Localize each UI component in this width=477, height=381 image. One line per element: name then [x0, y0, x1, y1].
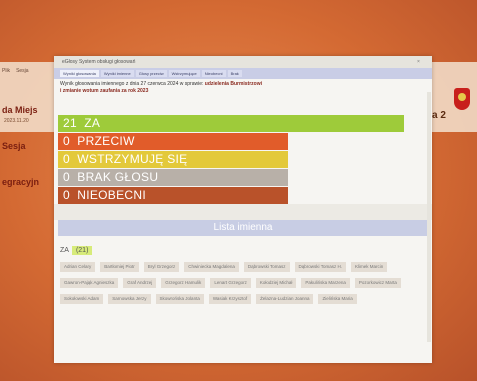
name-chip: Zielińska Maria	[318, 294, 357, 304]
vote-label: ZA	[84, 116, 101, 130]
vote-count: 0	[63, 134, 70, 148]
name-chip: Pozorkowicz Marta	[354, 278, 401, 288]
names-list: Adrian Celary Bartłomiej Piotr Bryl Grze…	[60, 262, 426, 304]
vote-bar-przeciw: 0 PRZECIW	[58, 133, 288, 150]
tab-bar: Wyniki głosowania Wyniki imienne Głosy p…	[54, 68, 432, 79]
name-chip: Gawron-Pająk Agnieszka	[60, 278, 119, 288]
name-chip: Klimek Marcin	[350, 262, 388, 272]
name-chip: Kołodziej Michał	[255, 278, 297, 288]
background-menu-item[interactable]: Sesja	[16, 68, 29, 74]
background-title-line: da Miejs	[2, 105, 38, 115]
background-right-text: a 2	[432, 110, 446, 121]
tab-brak[interactable]: Brak	[227, 70, 242, 77]
vote-bar-za: 21 ZA	[58, 115, 404, 132]
divider	[54, 204, 432, 220]
background-title-line: Sesja	[2, 141, 26, 151]
vote-count: 0	[63, 152, 70, 166]
name-chip: Sarnowska Jerzy	[108, 294, 151, 304]
name-chip: Skowrońska Jolanta	[155, 294, 204, 304]
background-title-line: egracyjn	[2, 177, 40, 187]
name-chip: Dąbrowski Tomasz	[243, 262, 290, 272]
name-chip: Dąbrowski Tomasz H.	[294, 262, 346, 272]
name-chip: Grzegorz Hamulik	[161, 278, 206, 288]
za-group-label: ZA	[60, 247, 69, 254]
vote-subject-bold: udzielenia Burmistrzowi	[204, 81, 262, 87]
vote-count: 0	[63, 188, 70, 202]
scrollbar[interactable]	[427, 92, 431, 342]
vote-label: BRAK GŁOSU	[77, 170, 159, 184]
background-date: 2023.11.20	[4, 118, 29, 124]
city-crest-icon	[454, 88, 470, 110]
dialog-titlebar: eGłosy System obsługi głosowań ×	[54, 56, 432, 68]
name-chip: Bryl Grzegorz	[143, 262, 180, 272]
name-chip: Lenart Grzegorz	[210, 278, 251, 288]
name-chip: Bartłomiej Piotr	[100, 262, 139, 272]
name-chip: Wasiak Krzysztof	[208, 294, 252, 304]
vote-bar-nieobecni: 0 NIEOBECNI	[58, 187, 288, 204]
vote-bar-wstrzymuje: 0 WSTRZYMUJĘ SIĘ	[58, 151, 288, 168]
dialog-title: eGłosy System obsługi głosowań	[62, 59, 136, 65]
vote-count: 21	[63, 116, 77, 130]
name-chip: Graf Andrzej	[123, 278, 157, 288]
lista-imienna-header: Lista imienna	[58, 220, 428, 236]
background-menu-item[interactable]: Plik	[2, 68, 10, 74]
name-chip: Chwiniecka Magdalena	[184, 262, 239, 272]
name-chip: Żelazna-Ludzian Joanna	[256, 294, 314, 304]
vote-label: NIEOBECNI	[77, 188, 146, 202]
name-chip: Sokołowski Adam	[60, 294, 104, 304]
close-icon[interactable]: ×	[417, 59, 424, 65]
za-group-header: ZA (21)	[60, 246, 93, 255]
tab-imienne[interactable]: Wyniki imienne	[100, 70, 134, 77]
vote-count: 0	[63, 170, 70, 184]
tab-wyniki[interactable]: Wyniki głosowania	[60, 70, 99, 77]
vote-label: WSTRZYMUJĘ SIĘ	[77, 152, 188, 166]
background-menubar: Plik Sesja	[2, 68, 29, 74]
background-title: da Miejs Sesja egracyjn	[2, 80, 39, 200]
tab-wstrzymujace[interactable]: Wstrzymujące	[168, 70, 200, 77]
name-chip: Pakulińska Marzena	[301, 278, 350, 288]
vote-label: PRZECIW	[77, 134, 135, 148]
vote-bar-brak: 0 BRAK GŁOSU	[58, 169, 288, 186]
name-chip: Adrian Celary	[60, 262, 96, 272]
tab-nieobecni[interactable]: Nieobecni	[201, 70, 226, 77]
vote-subject: Wynik głosowania imiennego z dnia 27 cze…	[54, 79, 432, 101]
vote-subject-line1: Wynik głosowania imiennego z dnia 27 cze…	[60, 81, 204, 87]
voting-results-dialog: eGłosy System obsługi głosowań × Wyniki …	[54, 56, 432, 363]
za-group-count: (21)	[71, 246, 93, 255]
tab-przeciw[interactable]: Głosy przeciw	[135, 70, 167, 77]
vote-subject-line2: i zmianie wotum zaufania za rok 2023	[60, 88, 149, 94]
